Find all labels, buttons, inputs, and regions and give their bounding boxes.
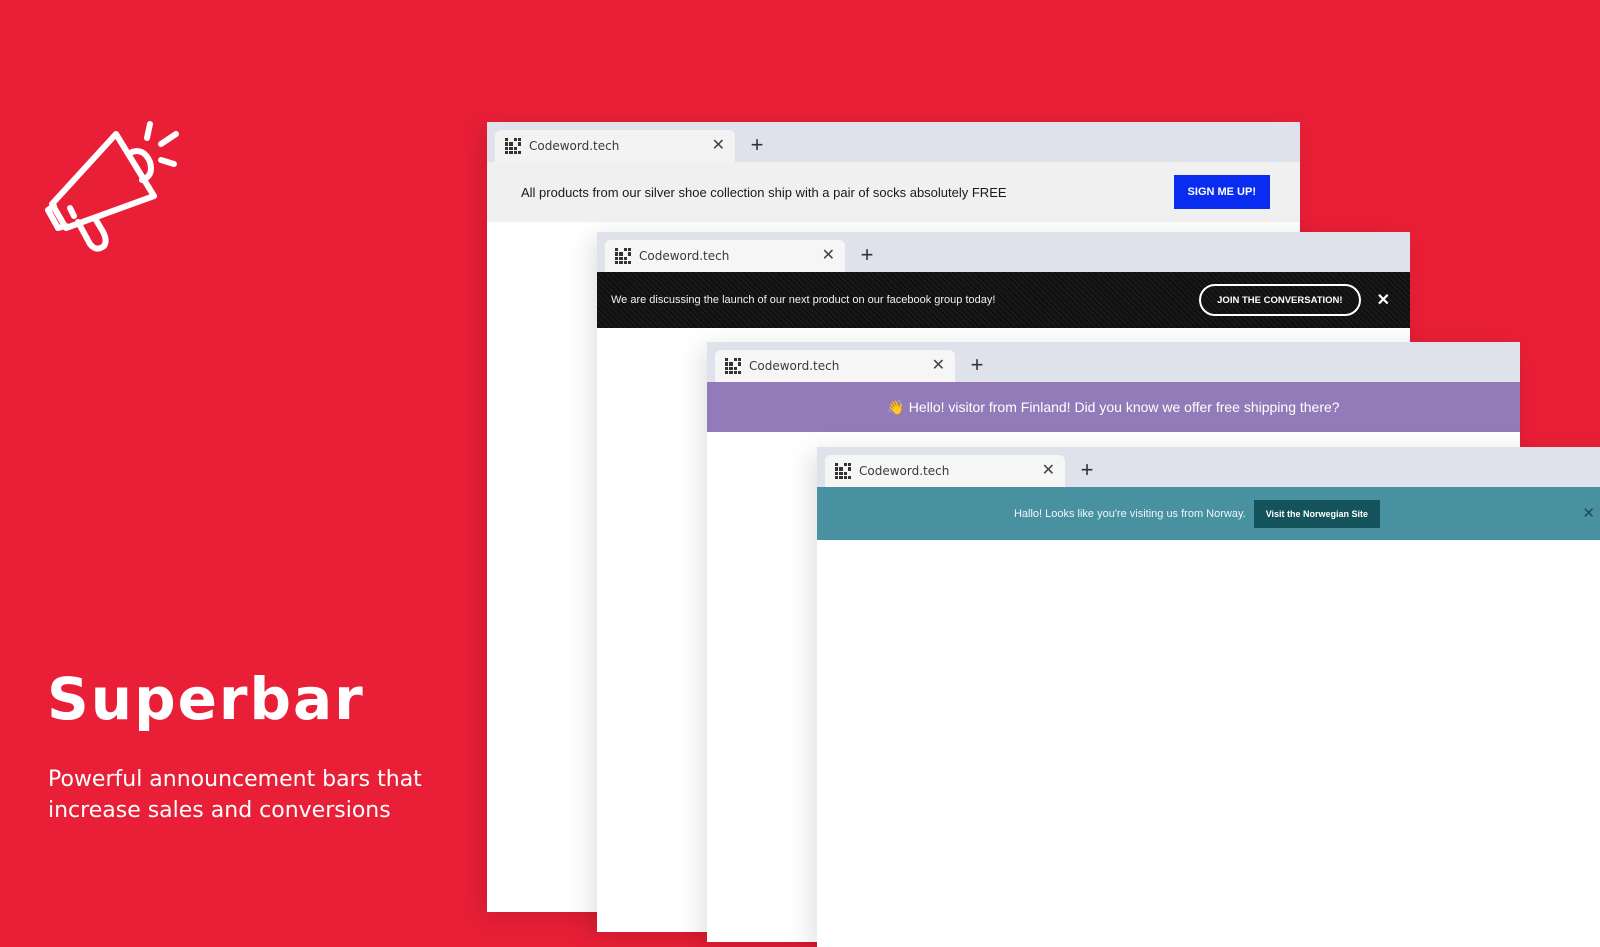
announcement-message: All products from our silver shoe collec… (521, 184, 1007, 200)
browser-tab[interactable]: Codeword.tech ✕ (825, 455, 1065, 487)
close-icon[interactable]: ✕ (1582, 504, 1595, 522)
browser-window-4: Codeword.tech ✕ + Hallo! Looks like you'… (817, 447, 1600, 947)
tab-close-icon[interactable]: ✕ (712, 138, 725, 154)
tab-strip: Codeword.tech ✕ + (487, 122, 1300, 162)
announcement-message: We are discussing the launch of our next… (611, 294, 996, 306)
join-conversation-button[interactable]: JOIN THE CONVERSATION! (1199, 284, 1361, 316)
announcement-bar: All products from our silver shoe collec… (487, 162, 1300, 222)
browser-tab[interactable]: Codeword.tech ✕ (605, 240, 845, 272)
tab-close-icon[interactable]: ✕ (1042, 463, 1055, 479)
new-tab-button[interactable]: + (745, 132, 769, 158)
visit-norwegian-site-button[interactable]: Visit the Norwegian Site (1253, 499, 1381, 528)
announcement-bar: We are discussing the launch of our next… (597, 272, 1410, 328)
tab-close-icon[interactable]: ✕ (822, 248, 835, 264)
megaphone-icon (45, 121, 179, 252)
tab-title: Codeword.tech (639, 249, 730, 263)
close-icon[interactable]: ✕ (1377, 290, 1390, 310)
announcement-bar: Hallo! Looks like you're visiting us fro… (817, 487, 1600, 540)
codeword-favicon-icon (725, 358, 741, 374)
hero-title: Superbar (47, 665, 365, 733)
codeword-favicon-icon (615, 248, 631, 264)
new-tab-button[interactable]: + (855, 242, 879, 268)
new-tab-button[interactable]: + (965, 352, 989, 378)
tab-title: Codeword.tech (859, 464, 950, 478)
announcement-message: Hallo! Looks like you're visiting us fro… (1013, 507, 1246, 520)
tab-title: Codeword.tech (529, 139, 620, 153)
announcement-actions: JOIN THE CONVERSATION! ✕ (1199, 284, 1390, 316)
announcement-message: 👋 Hello! visitor from Finland! Did you k… (887, 398, 1340, 415)
sign-me-up-button[interactable]: SIGN ME UP! (1173, 175, 1270, 209)
new-tab-button[interactable]: + (1075, 457, 1099, 483)
hero-subtitle: Powerful announcement bars that increase… (48, 767, 422, 823)
tab-strip: Codeword.tech ✕ + (707, 342, 1520, 382)
tab-close-icon[interactable]: ✕ (932, 358, 945, 374)
browser-tab[interactable]: Codeword.tech ✕ (495, 130, 735, 162)
announcement-bar: 👋 Hello! visitor from Finland! Did you k… (707, 382, 1520, 432)
tab-strip: Codeword.tech ✕ + (817, 447, 1600, 487)
codeword-favicon-icon (835, 463, 851, 479)
tab-strip: Codeword.tech ✕ + (597, 232, 1410, 272)
browser-tab[interactable]: Codeword.tech ✕ (715, 350, 955, 382)
tab-title: Codeword.tech (749, 359, 840, 373)
codeword-favicon-icon (505, 138, 521, 154)
